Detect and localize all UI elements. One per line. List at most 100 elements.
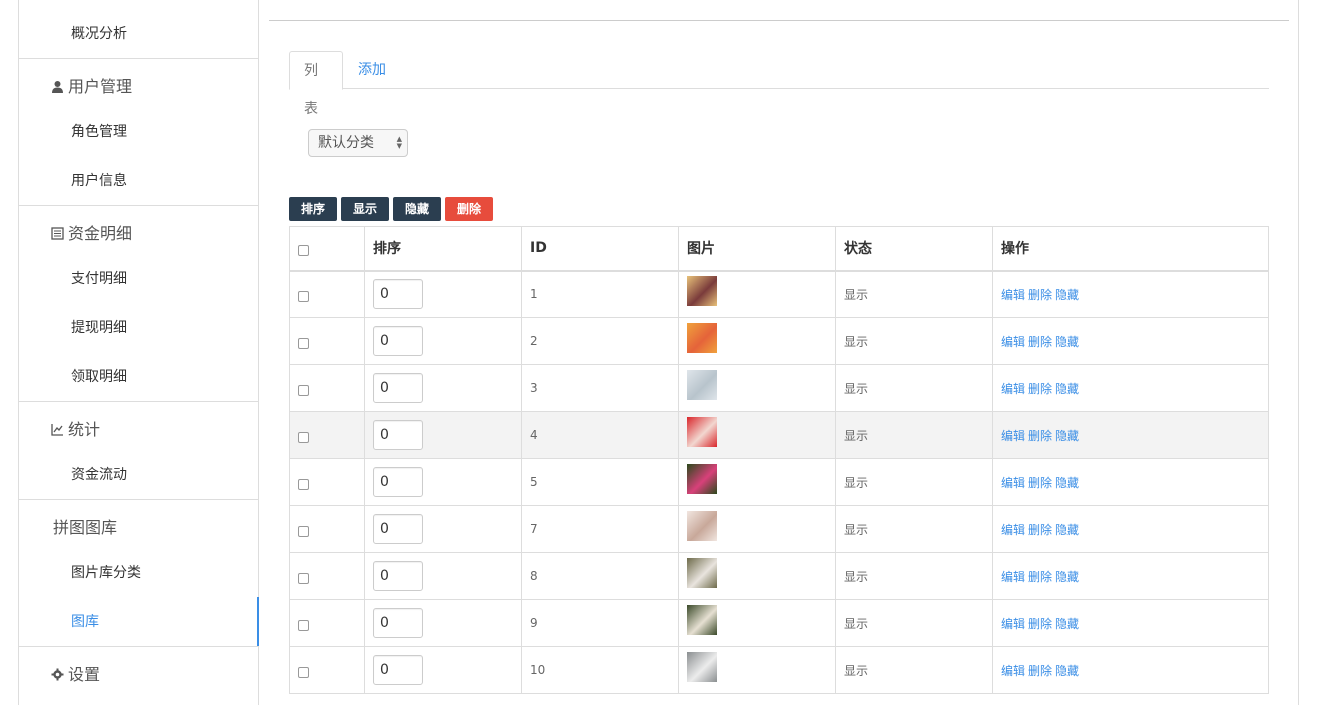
sidebar-group-settings[interactable]: 设置 [51,661,290,685]
thumbnail-image[interactable] [687,464,717,494]
sidebar-group-stats[interactable]: 统计 [51,416,290,440]
delete-link[interactable]: 删除 [1028,288,1052,302]
sidebar-item-gallery-categories[interactable]: 图片库分类 [71,562,310,582]
bulk-delete-button[interactable]: 删除 [445,197,493,221]
row-checkbox[interactable] [298,337,309,349]
bulk-show-button[interactable]: 显示 [341,197,389,221]
divider [19,401,258,402]
tab-add[interactable]: 添加 [344,51,400,89]
sort-order-input[interactable]: 0 [373,467,423,497]
chart-icon [51,421,64,436]
sort-order-input[interactable]: 0 [373,279,423,310]
sort-order-input[interactable]: 0 [373,608,423,638]
status-cell: 显示 [835,364,993,412]
thumbnail-image[interactable] [687,558,717,588]
edit-link[interactable]: 编辑 [1001,476,1025,490]
divider [19,646,258,647]
delete-link[interactable]: 删除 [1028,617,1052,631]
sort-order-input[interactable]: 0 [373,514,423,544]
tab-list[interactable]: 列表 [289,51,343,117]
thumbnail-image[interactable] [687,605,717,635]
row-select-cell [289,646,365,694]
edit-link[interactable]: 编辑 [1001,288,1025,302]
sidebar-item-claims[interactable]: 领取明细 [71,366,310,386]
table-row: 0 2 显示 编辑 删除 隐藏 [289,317,1269,365]
content-border [1298,0,1299,705]
hide-link[interactable]: 隐藏 [1055,382,1079,396]
hide-link[interactable]: 隐藏 [1055,335,1079,349]
edit-link[interactable]: 编辑 [1001,335,1025,349]
sort-order-input[interactable]: 0 [373,561,423,591]
category-select[interactable]: 默认分类 ▲ ▼ [308,129,408,157]
edit-link[interactable]: 编辑 [1001,429,1025,443]
sidebar-item-label: 用户信息 [71,173,127,189]
delete-link[interactable]: 删除 [1028,382,1052,396]
row-checkbox[interactable] [298,572,309,584]
sidebar-item-payments[interactable]: 支付明细 [71,268,310,288]
bulk-sort-button[interactable]: 排序 [289,197,337,221]
col-status: 状态 [835,226,993,272]
thumbnail-image[interactable] [687,323,717,353]
sidebar-group-funds[interactable]: 资金明细 [51,220,290,244]
sort-order-input[interactable]: 0 [373,420,423,450]
sidebar-group-puzzle-gallery[interactable]: 拼图图库 [53,514,292,538]
hide-link[interactable]: 隐藏 [1055,664,1079,678]
sidebar-item-gallery[interactable]: 图库 [71,611,310,631]
sidebar-group-user-management[interactable]: 用户管理 [51,73,290,97]
sort-cell: 0 [364,270,522,318]
delete-link[interactable]: 删除 [1028,523,1052,537]
col-sort[interactable]: 排序 [364,226,522,272]
edit-link[interactable]: 编辑 [1001,382,1025,396]
sidebar-item-label: 支付明细 [71,271,127,287]
hide-link[interactable]: 隐藏 [1055,288,1079,302]
id-cell: 1 [521,270,679,318]
hide-link[interactable]: 隐藏 [1055,429,1079,443]
edit-link[interactable]: 编辑 [1001,523,1025,537]
edit-link[interactable]: 编辑 [1001,570,1025,584]
edit-link[interactable]: 编辑 [1001,617,1025,631]
thumbnail-image[interactable] [687,511,717,541]
delete-link[interactable]: 删除 [1028,335,1052,349]
row-checkbox[interactable] [298,619,309,631]
row-checkbox[interactable] [298,478,309,490]
row-checkbox[interactable] [298,431,309,443]
sidebar-item-label: 概况分析 [71,26,127,42]
bulk-hide-button[interactable]: 隐藏 [393,197,441,221]
id-cell: 3 [521,364,679,412]
sort-order-input[interactable]: 0 [373,655,423,685]
hide-link[interactable]: 隐藏 [1055,523,1079,537]
row-checkbox[interactable] [298,666,309,678]
sidebar-item-user-info[interactable]: 用户信息 [71,170,310,190]
edit-link[interactable]: 编辑 [1001,664,1025,678]
thumbnail-image[interactable] [687,370,717,400]
thumbnail-image[interactable] [687,276,717,307]
delete-link[interactable]: 删除 [1028,664,1052,678]
image-cell [678,505,836,553]
list-icon [51,225,64,240]
divider [19,58,258,59]
select-all-checkbox[interactable] [298,244,309,256]
category-select-value: 默认分类 [318,135,374,151]
sidebar-item-overview[interactable]: 概况分析 [71,23,310,43]
sort-order-input[interactable]: 0 [373,373,423,403]
row-checkbox[interactable] [298,525,309,537]
hide-link[interactable]: 隐藏 [1055,570,1079,584]
hide-link[interactable]: 隐藏 [1055,617,1079,631]
sidebar-item-withdrawals[interactable]: 提现明细 [71,317,310,337]
delete-link[interactable]: 删除 [1028,570,1052,584]
gear-icon [51,666,64,681]
hide-link[interactable]: 隐藏 [1055,476,1079,490]
col-id[interactable]: ID [521,226,679,272]
id-cell: 4 [521,411,679,459]
thumbnail-image[interactable] [687,652,717,682]
row-checkbox[interactable] [298,290,309,302]
row-checkbox[interactable] [298,384,309,396]
sidebar-item-fund-flow[interactable]: 资金流动 [71,464,310,484]
sidebar-item-roles[interactable]: 角色管理 [71,121,310,141]
table-row: 0 9 显示 编辑 删除 隐藏 [289,599,1269,647]
delete-link[interactable]: 删除 [1028,476,1052,490]
sort-order-input[interactable]: 0 [373,326,423,356]
thumbnail-image[interactable] [687,417,717,447]
delete-link[interactable]: 删除 [1028,429,1052,443]
sort-cell: 0 [364,599,522,647]
